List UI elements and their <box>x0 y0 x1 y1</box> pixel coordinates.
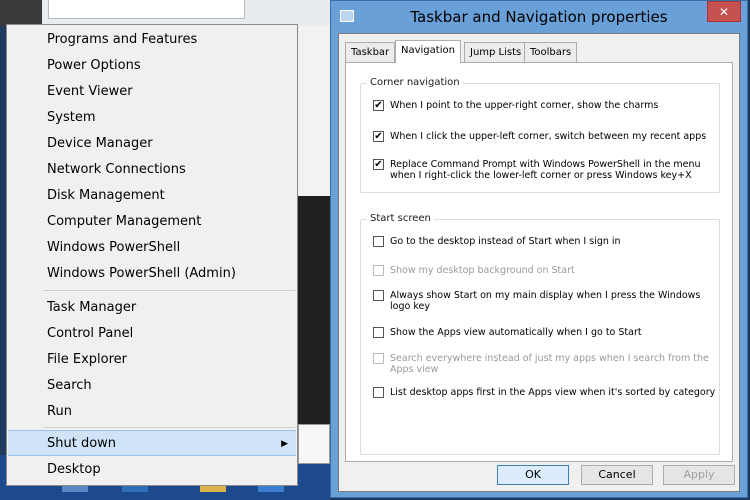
chevron-right-icon: ▶ <box>281 439 288 449</box>
check-icon: ✔ <box>374 131 383 142</box>
menu-item-control-panel[interactable]: Control Panel <box>8 321 296 347</box>
option-label: When I click the upper-left corner, swit… <box>390 131 707 142</box>
option-label: Search everywhere instead of just my app… <box>390 353 709 375</box>
menu-item-task-manager[interactable]: Task Manager <box>8 295 296 321</box>
cancel-button[interactable]: Cancel <box>581 465 653 485</box>
menu-item-windows-powershell[interactable]: Windows PowerShell <box>8 235 296 261</box>
desktop-background-top <box>0 0 330 26</box>
check-icon: ✔ <box>374 159 383 170</box>
menu-item-system[interactable]: System <box>8 105 296 131</box>
group-label-start-screen: Start screen <box>367 212 434 226</box>
menu-item-device-manager[interactable]: Device Manager <box>8 131 296 157</box>
dialog-client-area: Taskbar Navigation Jump Lists Toolbars C… <box>338 33 740 492</box>
checkbox-show-start-main-display[interactable] <box>373 290 384 301</box>
option-label: Show my desktop background on Start <box>390 265 575 276</box>
option-label: When I point to the upper-right corner, … <box>390 100 659 111</box>
tab-jump-lists[interactable]: Jump Lists <box>464 42 528 62</box>
menu-item-disk-management[interactable]: Disk Management <box>8 183 296 209</box>
shut-down-submenu <box>298 424 330 464</box>
menu-item-file-explorer[interactable]: File Explorer <box>8 347 296 373</box>
option-label: Go to the desktop instead of Start when … <box>390 236 621 247</box>
option-label: Always show Start on my main display whe… <box>390 290 701 312</box>
background-window <box>48 0 245 19</box>
menu-item-programs-and-features[interactable]: Programs and Features <box>8 27 296 53</box>
menu-item-label: Shut down <box>47 436 117 451</box>
menu-item-desktop[interactable]: Desktop <box>8 457 296 483</box>
checkbox-show-apps-view[interactable] <box>373 327 384 338</box>
checkbox-list-desktop-apps-first[interactable] <box>373 387 384 398</box>
menu-item-run[interactable]: Run <box>8 399 296 425</box>
menu-item-power-options[interactable]: Power Options <box>8 53 296 79</box>
navigation-tab-panel: Corner navigation ✔ When I point to the … <box>345 62 733 462</box>
apply-button: Apply <box>663 465 735 485</box>
close-button[interactable]: ✕ <box>707 1 741 22</box>
tab-toolbars[interactable]: Toolbars <box>524 42 578 62</box>
checkbox-search-everywhere <box>373 353 384 364</box>
corner-navigation-group: Corner navigation ✔ When I point to the … <box>360 76 720 193</box>
menu-item-computer-management[interactable]: Computer Management <box>8 209 296 235</box>
checkbox-replace-command-prompt[interactable]: ✔ <box>373 159 384 170</box>
menu-separator <box>43 290 295 291</box>
checkbox-show-charms[interactable]: ✔ <box>373 100 384 111</box>
checkbox-switch-recent-apps[interactable]: ✔ <box>373 131 384 142</box>
taskbar-navigation-properties-dialog: Taskbar and Navigation properties ✕ Task… <box>330 0 748 498</box>
checkbox-show-desktop-background <box>373 265 384 276</box>
checkbox-go-to-desktop[interactable] <box>373 236 384 247</box>
check-icon: ✔ <box>374 100 383 111</box>
dialog-titlebar[interactable]: Taskbar and Navigation properties ✕ <box>331 1 747 33</box>
menu-separator <box>43 427 295 428</box>
group-label-corner-navigation: Corner navigation <box>367 76 463 90</box>
menu-item-event-viewer[interactable]: Event Viewer <box>8 79 296 105</box>
ok-button[interactable]: OK <box>497 465 569 485</box>
desktop-dark-corner <box>0 0 42 26</box>
tab-navigation[interactable]: Navigation <box>395 40 461 63</box>
option-label: List desktop apps first in the Apps view… <box>390 387 716 398</box>
winx-context-menu: Programs and Features Power Options Even… <box>6 24 298 486</box>
option-label: Replace Command Prompt with Windows Powe… <box>390 159 701 181</box>
tab-taskbar[interactable]: Taskbar <box>345 42 396 62</box>
menu-item-shut-down[interactable]: Shut down ▶ <box>8 430 296 456</box>
menu-item-search[interactable]: Search <box>8 373 296 399</box>
menu-item-windows-powershell-admin[interactable]: Windows PowerShell (Admin) <box>8 261 296 287</box>
start-screen-group: Start screen Go to the desktop instead o… <box>360 212 720 455</box>
option-label: Show the Apps view automatically when I … <box>390 327 642 338</box>
menu-item-network-connections[interactable]: Network Connections <box>8 157 296 183</box>
dialog-title: Taskbar and Navigation properties <box>410 8 668 26</box>
